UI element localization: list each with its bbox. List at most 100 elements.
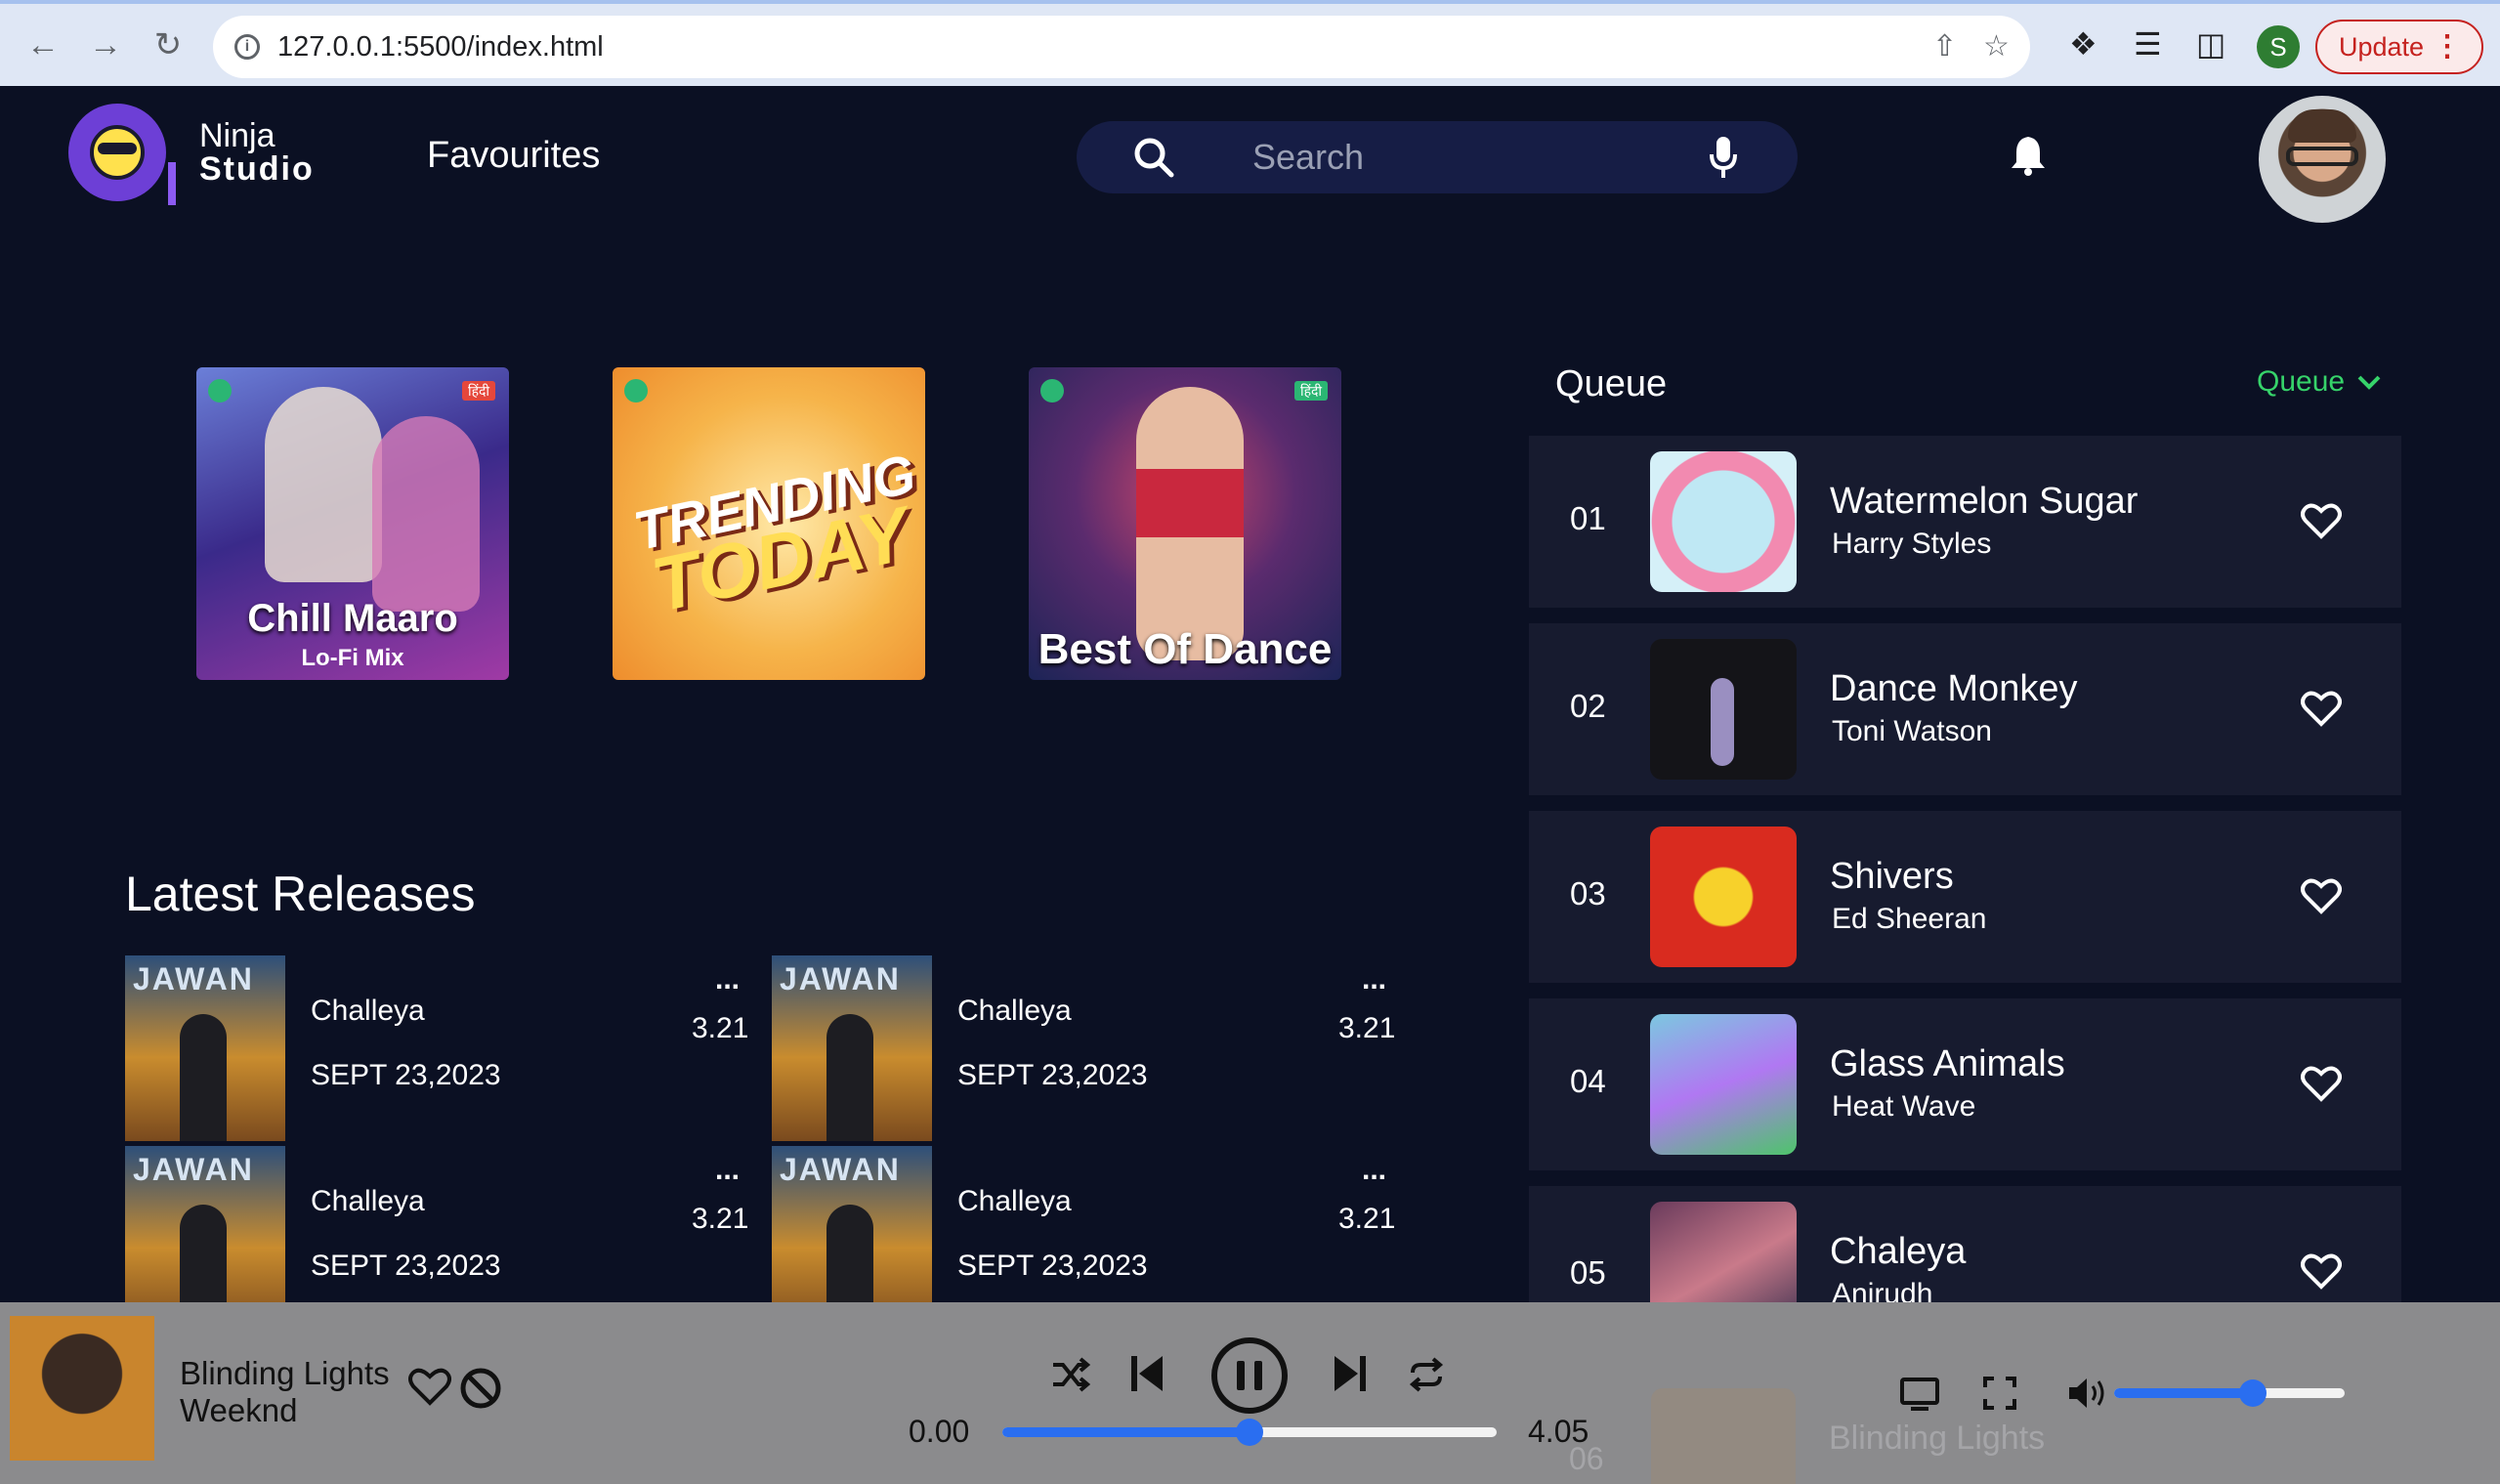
release-item[interactable]: Challeya SEPT 23,2023 ... 3.21 (772, 955, 1407, 1141)
more-options-icon[interactable]: ... (715, 963, 740, 996)
player-bar: 06 Blinding Lights Blinding Lights Weekn… (0, 1302, 2500, 1484)
repeat-icon[interactable] (1407, 1355, 1446, 1394)
queue-number: 03 (1570, 875, 1606, 912)
volume-icon[interactable] (2067, 1377, 2110, 1410)
microphone-icon[interactable] (1708, 135, 1739, 180)
search-input[interactable] (1252, 135, 1692, 180)
queue-item[interactable]: 04 Glass Animals Heat Wave (1529, 998, 2401, 1170)
avatar-hair (2288, 109, 2356, 143)
heart-icon[interactable] (2301, 877, 2342, 914)
progress-fill (1002, 1427, 1250, 1437)
volume-handle[interactable] (2238, 1379, 2267, 1407)
playlist-title: Chill Maaro (247, 597, 458, 640)
artist-name: Harry Styles (1832, 528, 1992, 560)
card-artwork (372, 416, 480, 612)
logo-text: Ninja Studio (199, 119, 315, 186)
queue-item[interactable]: 01 Watermelon Sugar Harry Styles (1529, 436, 2401, 608)
avatar-glasses (2286, 147, 2358, 166)
jiosaavn-badge-icon (208, 379, 232, 403)
more-options-icon[interactable]: ... (1362, 1154, 1386, 1187)
forward-arrow-icon[interactable]: → (84, 23, 127, 66)
search-bar (1077, 121, 1798, 193)
release-name: Challeya (311, 995, 425, 1027)
share-icon[interactable]: ⇧ (1932, 29, 1957, 64)
playlist-card-trending-today[interactable]: TRENDING TODAY (613, 367, 925, 680)
queue-number: 01 (1570, 500, 1606, 536)
latest-releases-title: Latest Releases (125, 867, 476, 921)
release-name: Challeya (957, 995, 1072, 1027)
logo-line2: Studio (199, 150, 315, 188)
more-options-icon[interactable]: ... (715, 1154, 740, 1187)
block-icon[interactable] (459, 1367, 502, 1410)
release-item[interactable]: Challeya SEPT 23,2023 ... 3.21 (125, 955, 760, 1141)
shuffle-icon[interactable] (1051, 1357, 1090, 1392)
previous-track-icon[interactable] (1129, 1353, 1165, 1394)
release-thumbnail (125, 955, 285, 1141)
more-options-icon[interactable]: ... (1362, 963, 1386, 996)
site-info-icon[interactable]: i (234, 34, 260, 60)
heart-icon[interactable] (2301, 1065, 2342, 1102)
song-name: Dance Monkey (1830, 668, 2078, 709)
heart-icon[interactable] (408, 1367, 451, 1406)
now-playing-art (10, 1316, 154, 1461)
search-icon[interactable] (1131, 135, 1176, 180)
fullscreen-icon[interactable] (1983, 1377, 2016, 1410)
progress-handle[interactable] (1236, 1419, 1263, 1446)
volume-slider[interactable] (2114, 1379, 2345, 1407)
song-name: Glass Animals (1830, 1043, 2065, 1084)
back-arrow-icon[interactable]: ← (21, 23, 64, 66)
artist-name: Heat Wave (1832, 1090, 1976, 1123)
pause-bar (1237, 1361, 1245, 1390)
address-bar[interactable]: i 127.0.0.1:5500/index.html ⇧ ☆ (213, 16, 2030, 78)
heart-icon[interactable] (2301, 1252, 2342, 1290)
album-art (1650, 1014, 1797, 1155)
heart-icon[interactable] (2301, 502, 2342, 539)
queue-dropdown[interactable]: Queue (2257, 365, 2382, 399)
release-duration: 3.21 (692, 1203, 749, 1235)
jiosaavn-badge-icon (624, 379, 648, 403)
url-text[interactable]: 127.0.0.1:5500/index.html (277, 31, 604, 64)
current-time: 0.00 (909, 1414, 970, 1449)
queue-number: 05 (1570, 1254, 1606, 1291)
release-date: SEPT 23,2023 (311, 1250, 501, 1282)
playlist-card-chill-maaro[interactable]: हिंदी Chill Maaro Lo-Fi Mix (196, 367, 509, 680)
media-queue-icon[interactable]: ☰ (2134, 25, 2162, 63)
playlist-title: Best Of Dance (1038, 625, 1333, 673)
next-track-icon[interactable] (1333, 1353, 1368, 1394)
playlist-title: TRENDING TODAY (628, 443, 920, 628)
extensions-puzzle-icon[interactable]: ❖ (2069, 25, 2097, 63)
now-playing-artist: Weeknd (180, 1392, 298, 1428)
album-art (1650, 451, 1797, 592)
total-time: 4.05 (1528, 1414, 1589, 1449)
jiosaavn-badge-icon (1040, 379, 1064, 403)
logo-line1: Ninja (199, 117, 275, 154)
album-art (1650, 639, 1797, 780)
now-playing-song: Blinding Lights (180, 1355, 390, 1391)
reload-icon[interactable]: ↻ (147, 23, 190, 66)
language-badge: हिंदी (1294, 381, 1328, 401)
more-menu-icon[interactable]: ⋮ (2433, 29, 2462, 64)
queue-title: Queue (1555, 363, 1668, 404)
heart-icon[interactable] (2301, 690, 2342, 727)
bookmark-star-icon[interactable]: ☆ (1983, 29, 2010, 64)
ghost-song-name: Blinding Lights (1829, 1420, 2046, 1457)
profile-avatar[interactable]: S (2257, 25, 2300, 68)
queue-item[interactable]: 02 Dance Monkey Toni Watson (1529, 623, 2401, 795)
device-monitor-icon[interactable] (1899, 1377, 1940, 1412)
pause-button[interactable] (1211, 1337, 1288, 1414)
song-name: Shivers (1830, 856, 1954, 897)
queue-item[interactable]: 03 Shivers Ed Sheeran (1529, 811, 2401, 983)
user-avatar[interactable] (2259, 96, 2386, 223)
artist-name: Ed Sheeran (1832, 903, 1987, 935)
favourites-link[interactable]: Favourites (427, 135, 600, 177)
release-name: Challeya (311, 1185, 425, 1217)
update-button[interactable]: Update ⋮ (2315, 20, 2483, 74)
notification-bell-icon[interactable] (2009, 133, 2048, 176)
queue-number: 02 (1570, 688, 1606, 724)
side-panel-icon[interactable]: ◫ (2196, 25, 2225, 63)
release-duration: 3.21 (692, 1012, 749, 1044)
release-date: SEPT 23,2023 (957, 1059, 1148, 1091)
progress-bar[interactable] (1002, 1419, 1497, 1446)
playlist-card-best-of-dance[interactable]: हिंदी Best Of Dance (1029, 367, 1341, 680)
release-duration: 3.21 (1338, 1203, 1396, 1235)
